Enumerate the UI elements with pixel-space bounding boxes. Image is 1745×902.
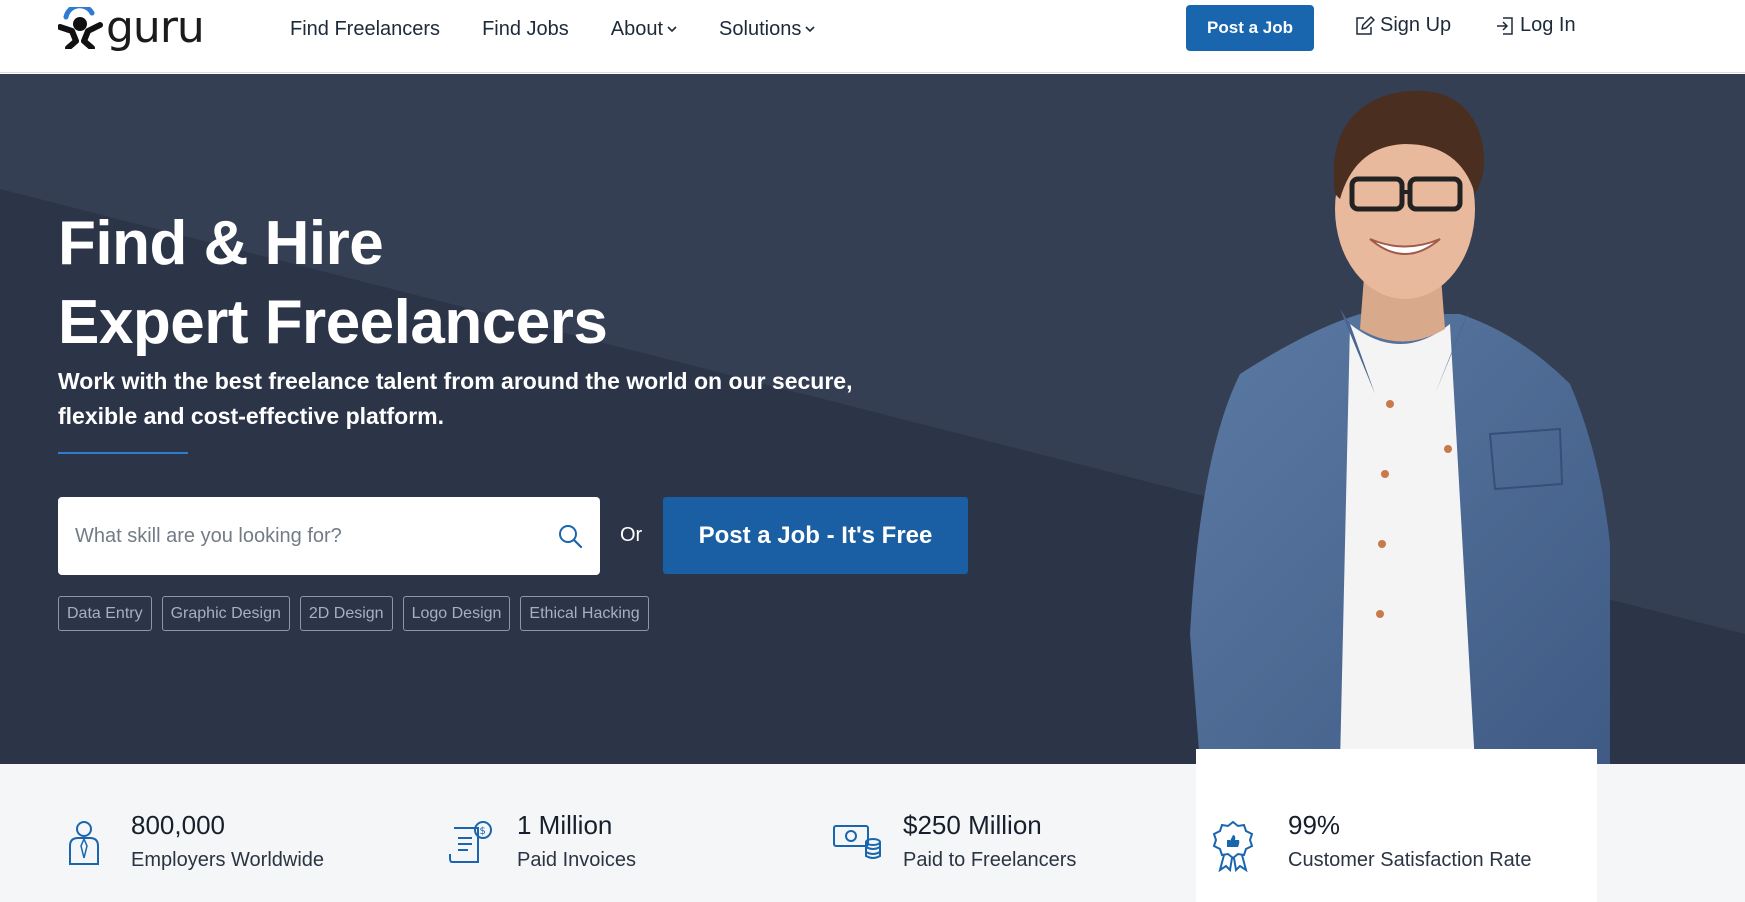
stat-label: Customer Satisfaction Rate: [1288, 849, 1532, 871]
edit-icon: [1356, 15, 1375, 35]
skill-tag-ethical-hacking[interactable]: Ethical Hacking: [520, 596, 649, 631]
skill-tag-2d-design[interactable]: 2D Design: [299, 596, 393, 631]
log-in-link[interactable]: Log In: [1494, 14, 1576, 37]
skill-tag-graphic-design[interactable]: Graphic Design: [161, 596, 290, 631]
skill-search-box: [58, 497, 600, 575]
or-separator: Or: [620, 524, 643, 546]
award-icon: [1212, 820, 1254, 872]
nav-find-jobs[interactable]: Find Jobs: [482, 18, 569, 41]
stat-label: Paid Invoices: [517, 849, 636, 871]
nav-about[interactable]: About: [611, 18, 677, 41]
search-icon: [559, 525, 583, 549]
main-nav: Find Freelancers Find Jobs About Solutio…: [290, 0, 857, 58]
nav-label: Solutions: [719, 17, 802, 40]
hero-person-image: [1190, 90, 1610, 764]
employer-icon: [69, 821, 99, 865]
skill-tag-logo-design[interactable]: Logo Design: [402, 596, 511, 631]
nav-label: Find Jobs: [482, 17, 569, 40]
hero-title: Find & Hire Expert Freelancers: [58, 204, 608, 362]
skill-tag-data-entry[interactable]: Data Entry: [58, 596, 152, 631]
hero-divider: [58, 452, 188, 454]
stat-label: Employers Worldwide: [131, 849, 325, 871]
nav-solutions[interactable]: Solutions: [719, 18, 815, 41]
stat-value: 99%: [1288, 810, 1341, 840]
popular-skill-tags: Data Entry Graphic Design 2D Design Logo…: [58, 596, 659, 631]
stat-value: $250 Million: [903, 810, 1042, 840]
hero-title-line-2: Expert Freelancers: [58, 288, 608, 357]
hero-section: Find & Hire Expert Freelancers Work with…: [0, 74, 1745, 764]
stat-value: 800,000: [131, 810, 225, 840]
chevron-down-icon: [805, 26, 815, 33]
svg-text:$: $: [480, 826, 486, 837]
chevron-down-icon: [667, 26, 677, 33]
guru-logo[interactable]: guru: [58, 2, 205, 53]
stats-highlight-card: [1196, 749, 1597, 902]
hero-subtitle: Work with the best freelance talent from…: [58, 368, 853, 429]
guru-logo-icon: [58, 7, 103, 49]
log-in-label: Log In: [1520, 14, 1576, 36]
sign-up-label: Sign Up: [1380, 14, 1452, 36]
site-header: guru Find Freelancers Find Jobs About So…: [0, 0, 1745, 73]
stat-value: 1 Million: [517, 810, 613, 840]
money-icon: [833, 825, 881, 859]
search-button[interactable]: [540, 497, 600, 575]
header-post-job-button[interactable]: Post a Job: [1186, 5, 1314, 51]
logo-wordmark: guru: [106, 2, 205, 53]
hero-title-line-1: Find & Hire: [58, 209, 384, 278]
stat-label: Paid to Freelancers: [903, 849, 1077, 871]
nav-find-freelancers[interactable]: Find Freelancers: [290, 18, 440, 41]
skill-search-input[interactable]: [58, 497, 540, 575]
invoice-icon: $: [449, 821, 492, 863]
nav-label: About: [610, 17, 664, 40]
post-job-free-button[interactable]: Post a Job - It's Free: [663, 497, 968, 574]
login-icon: [1497, 16, 1513, 35]
nav-label: Find Freelancers: [290, 17, 441, 40]
sign-up-link[interactable]: Sign Up: [1354, 14, 1451, 37]
